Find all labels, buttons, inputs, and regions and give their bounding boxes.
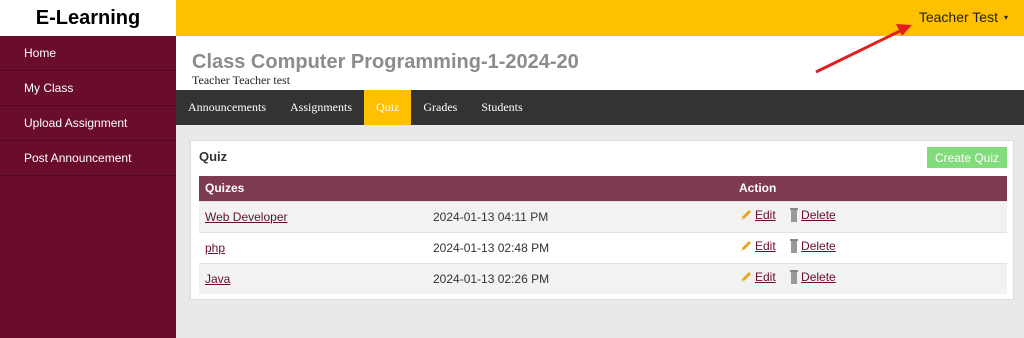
quiz-link[interactable]: Web Developer	[205, 210, 288, 224]
edit-action[interactable]: Edit	[739, 239, 776, 253]
sidebar-item-post-announcement[interactable]: Post Announcement	[0, 141, 176, 176]
edit-action[interactable]: Edit	[739, 270, 776, 284]
create-quiz-button[interactable]: Create Quiz	[927, 147, 1007, 168]
quiz-table: Quizes Action Web Developer 2024-01-13 0…	[199, 176, 1007, 294]
pencil-icon	[741, 241, 751, 251]
delete-action[interactable]: Delete	[789, 270, 836, 285]
user-name: Teacher Test	[918, 9, 998, 25]
table-header-row: Quizes Action	[199, 176, 1007, 201]
edit-link[interactable]: Edit	[755, 208, 776, 222]
class-header: Class Computer Programming-1-2024-20 Tea…	[176, 36, 1024, 90]
tab-assignments[interactable]: Assignments	[278, 90, 364, 125]
quiz-date: 2024-01-13 04:11 PM	[427, 200, 733, 232]
panel-title: Quiz	[199, 149, 228, 164]
teacher-subtitle: Teacher Teacher test	[192, 73, 291, 87]
pencil-icon	[741, 272, 751, 283]
tab-grades[interactable]: Grades	[411, 90, 469, 125]
tab-students[interactable]: Students	[469, 90, 534, 125]
user-menu[interactable]: Teacher Test ▾	[919, 9, 1008, 25]
column-header-action: Action	[733, 176, 1007, 201]
table-row: php 2024-01-13 02:48 PM Edit Delete	[199, 231, 1007, 263]
quiz-date: 2024-01-13 02:26 PM	[427, 262, 733, 294]
delete-action[interactable]: Delete	[789, 239, 836, 253]
edit-action[interactable]: Edit	[739, 208, 776, 222]
quiz-link[interactable]: Java	[205, 272, 230, 286]
sidebar-item-home[interactable]: Home	[0, 36, 176, 71]
column-header-quizes: Quizes	[199, 176, 733, 201]
table-row: Web Developer 2024-01-13 04:11 PM Edit D…	[199, 200, 1007, 232]
trash-icon	[790, 239, 799, 253]
edit-link[interactable]: Edit	[755, 239, 776, 253]
tab-quiz[interactable]: Quiz	[364, 90, 412, 125]
trash-icon	[790, 208, 799, 222]
sidebar-item-upload-assignment[interactable]: Upload Assignment	[0, 106, 176, 141]
trash-icon	[790, 270, 799, 285]
quiz-panel: Quiz Create Quiz Quizes Action Web Devel…	[190, 140, 1014, 300]
sidebar-item-my-class[interactable]: My Class	[0, 71, 176, 106]
delete-link[interactable]: Delete	[801, 239, 836, 253]
brand-logo: E-Learning	[0, 0, 176, 36]
tab-announcements[interactable]: Announcements	[176, 90, 278, 125]
table-row: Java 2024-01-13 02:26 PM Edit Delete	[199, 262, 1007, 294]
class-tabs: Announcements Assignments Quiz Grades St…	[176, 90, 1024, 125]
top-bar: Teacher Test ▾	[176, 0, 1024, 36]
delete-link[interactable]: Delete	[801, 270, 836, 284]
delete-link[interactable]: Delete	[801, 208, 836, 222]
delete-action[interactable]: Delete	[789, 208, 836, 222]
edit-link[interactable]: Edit	[755, 270, 776, 284]
quiz-date: 2024-01-13 02:48 PM	[427, 231, 733, 263]
chevron-down-icon: ▾	[1003, 12, 1008, 22]
brand-name: E-Learning	[35, 6, 141, 29]
pencil-icon	[741, 210, 751, 220]
page-title: Class Computer Programming-1-2024-20	[192, 51, 579, 73]
quiz-link[interactable]: php	[205, 241, 225, 255]
sidebar: Home My Class Upload Assignment Post Ann…	[0, 36, 176, 338]
